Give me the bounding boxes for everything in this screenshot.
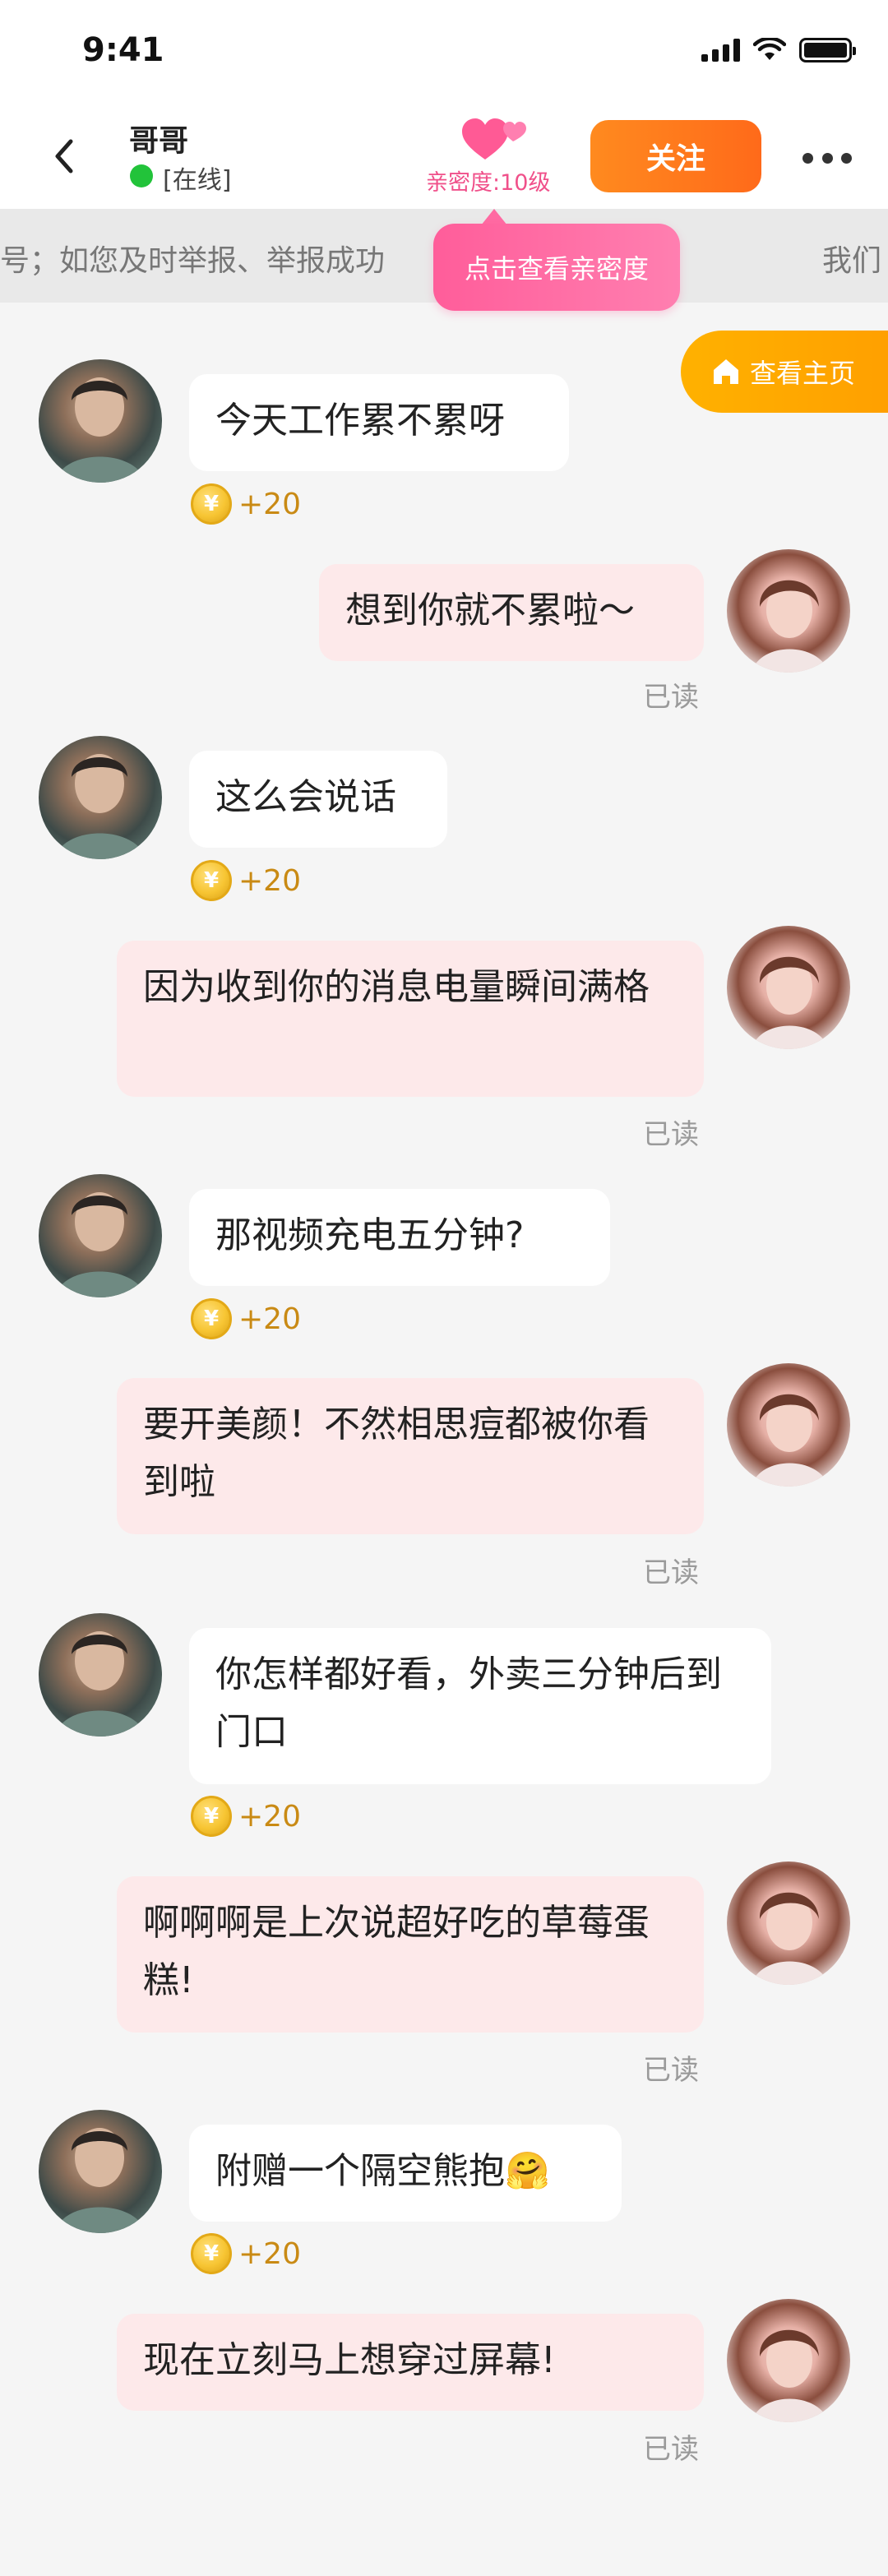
more-options-icon[interactable] — [802, 148, 852, 168]
read-receipt: 已读 — [643, 2054, 699, 2087]
back-arrow-icon[interactable] — [44, 132, 86, 181]
contact-name: 哥哥 — [129, 124, 189, 158]
user-avatar[interactable] — [727, 926, 850, 1049]
message-text: 想到你就不累啦～ — [345, 590, 635, 631]
status-bar: 9:41 — [0, 0, 888, 107]
message-bubble-incoming[interactable]: 这么会说话 — [189, 751, 447, 848]
message-bubble-outgoing[interactable]: 想到你就不累啦～ — [319, 564, 704, 661]
message-text: 那视频充电五分钟? — [215, 1214, 525, 1256]
message-text: 啊啊啊是上次说超好吃的草莓蛋糕! — [143, 1902, 650, 2001]
message-text: 现在立刻马上想穿过屏幕! — [143, 2339, 556, 2381]
contact-avatar[interactable] — [39, 1174, 162, 1297]
message-bubble-outgoing[interactable]: 现在立刻马上想穿过屏幕! — [117, 2314, 704, 2411]
coin-reward: ¥ +20 — [191, 1796, 301, 1837]
message-text: 你怎样都好看，外卖三分钟后到门口 — [215, 1653, 722, 1753]
message-text: 附赠一个隔空熊抱🤗 — [215, 2150, 550, 2192]
coin-reward: ¥ +20 — [191, 1298, 301, 1339]
message-bubble-outgoing[interactable]: 要开美颜！不然相思痘都被你看到啦 — [117, 1378, 704, 1534]
coin-reward-amount: +20 — [238, 1302, 301, 1336]
contact-avatar[interactable] — [39, 2110, 162, 2233]
coin-icon: ¥ — [191, 1796, 232, 1837]
message-text: 要开美颜！不然相思痘都被你看到啦 — [143, 1404, 650, 1503]
notice-text: 号；如您及时举报、举报成功 — [0, 244, 386, 278]
contact-avatar[interactable] — [39, 736, 162, 859]
user-avatar[interactable] — [727, 2299, 850, 2422]
intimacy-indicator[interactable]: 亲密度:10级 — [418, 113, 566, 204]
intimacy-tooltip[interactable]: 点击查看亲密度 — [433, 224, 680, 311]
coin-icon: ¥ — [191, 860, 232, 901]
tooltip-arrow — [481, 209, 507, 225]
contact-avatar[interactable] — [39, 1613, 162, 1737]
message-bubble-incoming[interactable]: 附赠一个隔空熊抱🤗 — [189, 2125, 622, 2222]
message-text: 这么会说话 — [215, 776, 396, 818]
message-bubble-incoming[interactable]: 今天工作累不累呀 — [189, 374, 569, 471]
wifi-icon — [753, 38, 786, 60]
read-receipt: 已读 — [643, 1556, 699, 1589]
message-text: 因为收到你的消息电量瞬间满格 — [143, 966, 650, 1008]
read-receipt: 已读 — [643, 681, 699, 714]
contact-avatar[interactable] — [39, 359, 162, 483]
coin-icon: ¥ — [191, 1298, 232, 1339]
coin-reward-amount: +20 — [238, 487, 301, 521]
view-homepage-label: 查看主页 — [750, 358, 856, 389]
user-avatar[interactable] — [727, 1861, 850, 1985]
intimacy-level-label: 亲密度:10级 — [426, 170, 551, 196]
coin-reward-amount: +20 — [238, 1799, 301, 1834]
read-receipt: 已读 — [643, 2433, 699, 2466]
user-avatar[interactable] — [727, 1363, 850, 1487]
message-text: 今天工作累不累呀 — [215, 400, 505, 442]
message-bubble-outgoing[interactable]: 啊啊啊是上次说超好吃的草莓蛋糕! — [117, 1876, 704, 2033]
message-bubble-outgoing[interactable]: 因为收到你的消息电量瞬间满格 — [117, 941, 704, 1097]
coin-reward-amount: +20 — [238, 863, 301, 898]
view-homepage-button[interactable]: 查看主页 — [681, 331, 888, 413]
coin-icon: ¥ — [191, 483, 232, 525]
online-status-text: [在线] — [163, 166, 232, 195]
status-icons — [701, 38, 856, 62]
coin-reward: ¥ +20 — [191, 2233, 301, 2274]
user-avatar[interactable] — [727, 549, 850, 673]
battery-icon — [799, 38, 856, 62]
coin-reward: ¥ +20 — [191, 860, 301, 901]
home-icon — [714, 359, 738, 384]
nav-bar: 哥哥 [在线] 亲密度:10级 关注 — [0, 107, 888, 209]
follow-button[interactable]: 关注 — [590, 120, 761, 192]
coin-reward: ¥ +20 — [191, 483, 301, 525]
message-bubble-incoming[interactable]: 那视频充电五分钟? — [189, 1189, 610, 1286]
hearts-icon — [462, 118, 526, 160]
signal-icon — [701, 39, 740, 62]
coin-reward-amount: +20 — [238, 2236, 301, 2271]
status-time: 9:41 — [82, 31, 164, 69]
online-status-dot — [130, 164, 153, 187]
coin-icon: ¥ — [191, 2233, 232, 2274]
message-bubble-incoming[interactable]: 你怎样都好看，外卖三分钟后到门口 — [189, 1628, 771, 1784]
read-receipt: 已读 — [643, 1118, 699, 1151]
notice-text-continued: 我们 — [822, 244, 882, 278]
